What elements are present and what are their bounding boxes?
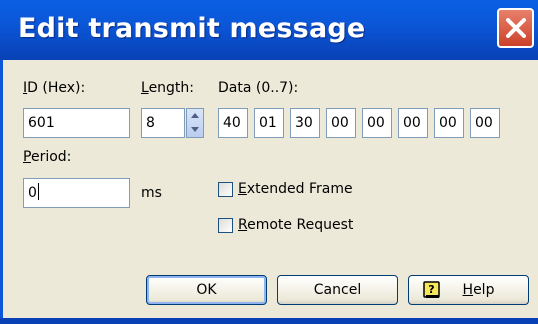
extended-frame-checkbox[interactable] <box>218 182 233 197</box>
close-button[interactable] <box>497 8 534 48</box>
svg-text:?: ? <box>428 283 434 296</box>
spin-up-button[interactable] <box>187 109 203 123</box>
period-field[interactable]: 0 <box>23 178 130 208</box>
ms-unit-label: ms <box>141 185 162 201</box>
remote-request-label[interactable]: Remote Request <box>238 217 353 233</box>
length-field[interactable]: 8 <box>141 108 185 138</box>
ok-button[interactable]: OK <box>146 275 267 305</box>
title-bar: Edit transmit message <box>0 0 538 60</box>
triangle-down-icon <box>191 127 199 132</box>
cancel-button[interactable]: Cancel <box>277 275 398 305</box>
remote-request-label-text: emote Request <box>247 217 354 233</box>
data-byte-4[interactable]: 00 <box>362 108 392 138</box>
data-byte-7[interactable]: 00 <box>470 108 500 138</box>
period-label: Period: <box>23 149 72 165</box>
length-label: Length: <box>141 80 195 96</box>
data-label: Data (0..7): <box>218 80 299 96</box>
length-spinner[interactable] <box>186 108 204 138</box>
extended-frame-label[interactable]: Extended Frame <box>238 181 353 197</box>
period-label-text: eriod: <box>30 149 72 165</box>
extended-frame-label-text: xtended Frame <box>246 181 353 197</box>
data-byte-6[interactable]: 00 <box>434 108 464 138</box>
triangle-up-icon <box>191 113 199 118</box>
length-label-text: ength: <box>148 80 195 96</box>
help-button-label: Help <box>462 282 495 298</box>
data-byte-3[interactable]: 00 <box>326 108 356 138</box>
data-byte-5[interactable]: 00 <box>398 108 428 138</box>
close-icon <box>506 18 526 38</box>
id-label-text: D (Hex): <box>27 80 86 96</box>
window-title: Edit transmit message <box>18 13 366 44</box>
id-label: ID (Hex): <box>23 80 86 96</box>
help-book-icon: ? <box>423 281 440 298</box>
remote-request-checkbox[interactable] <box>218 218 233 233</box>
help-button[interactable]: ? Help <box>408 275 529 305</box>
data-byte-1[interactable]: 01 <box>254 108 284 138</box>
data-byte-0[interactable]: 40 <box>218 108 248 138</box>
spin-down-button[interactable] <box>187 123 203 137</box>
text-caret <box>37 183 39 200</box>
period-value: 0 <box>28 185 37 201</box>
dialog-body: ID (Hex): Length: Data (0..7): 601 8 40 … <box>0 60 538 324</box>
data-byte-2[interactable]: 30 <box>290 108 320 138</box>
id-field[interactable]: 601 <box>23 108 130 138</box>
